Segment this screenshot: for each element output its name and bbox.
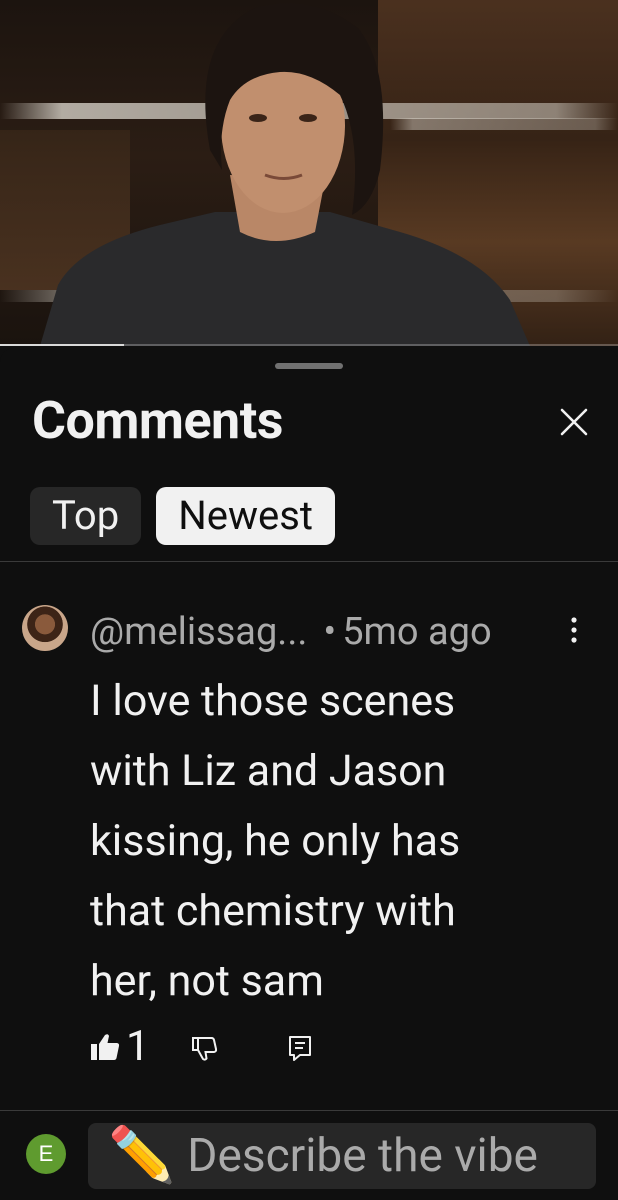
comment-input-placeholder: Describe the vibe — [187, 1129, 538, 1183]
like-button[interactable] — [90, 1032, 120, 1062]
chip-newest[interactable]: Newest — [156, 487, 335, 545]
video-frame-person — [40, 3, 530, 346]
thumbs-down-icon — [192, 1037, 218, 1061]
comment-input[interactable]: ✏️ Describe the vibe — [88, 1123, 596, 1189]
like-count: 1 — [126, 1022, 150, 1071]
dislike-button[interactable] — [190, 1034, 218, 1062]
reply-button[interactable] — [286, 1034, 314, 1062]
comment-meta: @melissag... • 5mo ago — [90, 610, 492, 654]
video-progress-bar[interactable] — [0, 344, 618, 346]
drag-handle[interactable] — [275, 363, 343, 369]
comments-panel: Comments Top Newest @melissag... • 5mo a… — [0, 348, 618, 1200]
pencil-icon: ✏️ — [108, 1124, 176, 1187]
more-vertical-icon — [571, 617, 577, 643]
user-avatar[interactable]: E — [26, 1134, 66, 1174]
avatar[interactable] — [22, 605, 68, 651]
thumbs-up-icon — [91, 1034, 120, 1060]
more-options-button[interactable] — [562, 614, 586, 650]
divider — [0, 561, 618, 562]
reply-icon — [289, 1036, 311, 1061]
comment-time: 5mo ago — [342, 610, 492, 654]
video-progress-fill — [0, 344, 124, 346]
comment-text: I love those scenes with Liz and Jason k… — [90, 676, 461, 1006]
meta-separator: • — [323, 610, 337, 654]
video-player[interactable] — [0, 0, 618, 346]
comment-author[interactable]: @melissag... — [90, 610, 307, 654]
sort-chips: Top Newest — [30, 487, 335, 545]
close-icon — [560, 408, 588, 436]
divider — [0, 1110, 618, 1111]
close-button[interactable] — [552, 400, 596, 444]
chip-top[interactable]: Top — [30, 487, 142, 545]
panel-title: Comments — [32, 390, 284, 451]
